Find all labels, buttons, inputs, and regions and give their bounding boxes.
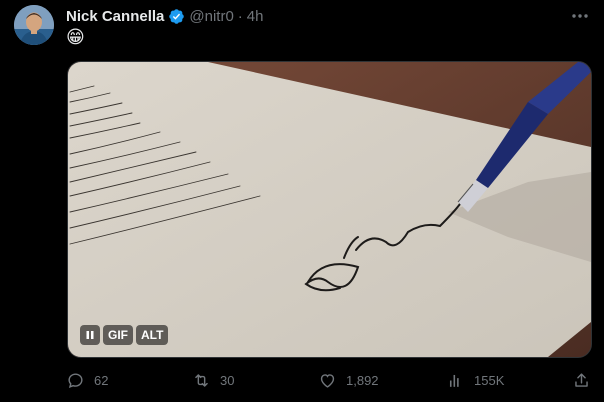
reply-button[interactable]: 62	[66, 368, 108, 392]
tweet-header: Nick Cannella @nitr0 · 4h	[66, 6, 263, 26]
more-icon	[572, 14, 588, 18]
like-button[interactable]: 1,892	[318, 368, 379, 392]
more-options-button[interactable]	[570, 6, 590, 26]
pause-button[interactable]	[80, 325, 100, 345]
media-controls: GIF ALT	[80, 325, 169, 345]
alt-text-button[interactable]: ALT	[136, 325, 169, 345]
views-count: 155K	[474, 372, 505, 388]
verified-badge-icon	[168, 8, 185, 25]
share-button[interactable]	[572, 368, 591, 392]
gif-image	[68, 62, 591, 357]
tweet-actions: 62 30 1,892 155K	[66, 368, 592, 392]
reply-count: 62	[94, 372, 109, 388]
reply-icon	[68, 372, 83, 388]
like-count: 1,892	[346, 372, 379, 388]
tweet-timestamp[interactable]: 4h	[247, 8, 264, 25]
views-button[interactable]: 155K	[446, 368, 504, 392]
avatar[interactable]	[14, 5, 54, 45]
like-icon	[320, 373, 335, 388]
separator-dot: ·	[237, 7, 243, 25]
pause-icon	[86, 331, 94, 339]
author-handle[interactable]: @nitr0	[189, 8, 233, 25]
share-icon	[575, 372, 588, 387]
tweet-text: 😁	[66, 27, 85, 48]
tweet-media-gif[interactable]: GIF ALT	[67, 61, 592, 358]
gif-badge: GIF	[103, 325, 133, 345]
retweet-icon	[195, 373, 208, 387]
views-icon	[449, 374, 459, 387]
retweet-button[interactable]: 30	[192, 368, 234, 392]
user-avatar-icon	[14, 5, 54, 45]
retweet-count: 30	[220, 372, 235, 388]
author-name[interactable]: Nick Cannella	[66, 8, 164, 25]
